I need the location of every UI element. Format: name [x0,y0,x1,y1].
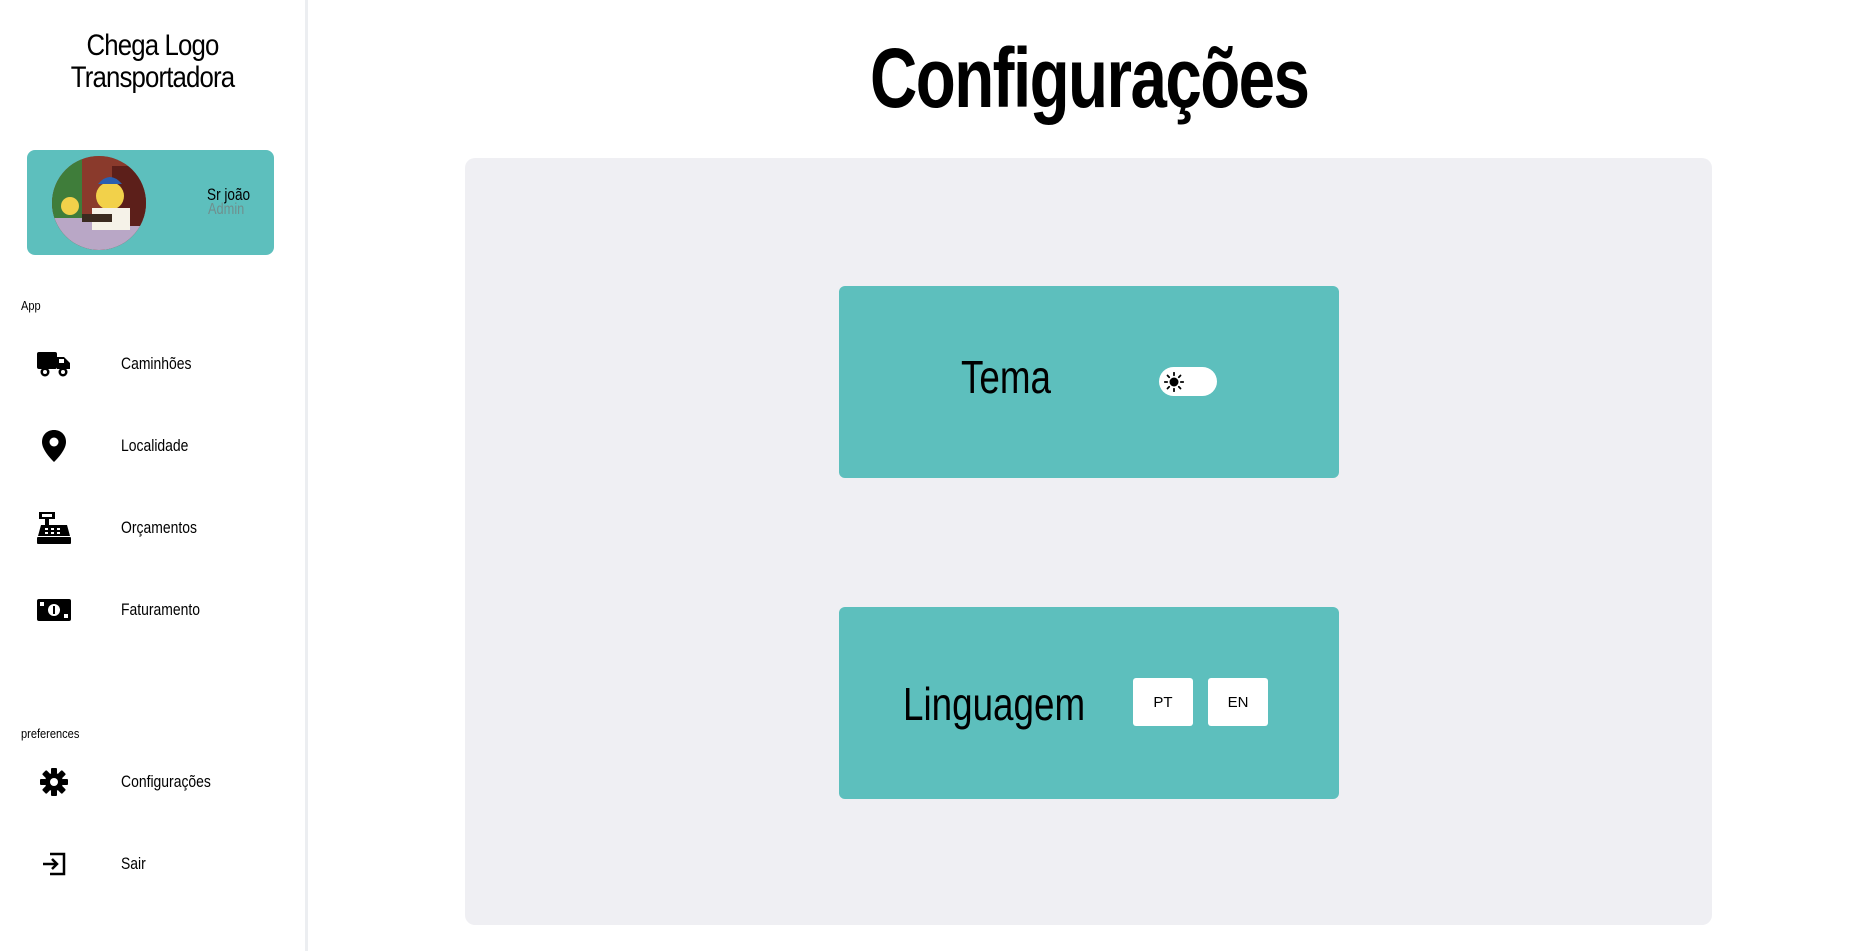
theme-toggle[interactable] [1159,367,1217,396]
sidebar-item-configuracoes[interactable]: Configurações [0,752,305,812]
sun-icon [1162,370,1185,393]
theme-label: Tema [961,351,1051,403]
language-pt-button[interactable]: PT [1133,678,1193,726]
sidebar-item-label: Configurações [121,772,211,791]
section-label-preferences: preferences [21,726,80,741]
sidebar-item-label: Sair [121,854,146,873]
cash-register-icon [37,512,71,544]
settings-panel: Tema Linguagem PT EN [465,158,1712,925]
avatar [52,156,146,250]
logout-icon [37,848,71,880]
profile-card[interactable]: Sr joão Admin [27,150,274,255]
page-title: Configurações [870,31,1310,125]
sidebar-item-caminhoes[interactable]: Caminhões [0,334,305,394]
sidebar-item-label: Localidade [121,436,189,455]
money-bill-icon [37,594,71,626]
language-label: Linguagem [903,678,1086,730]
sidebar-item-orcamentos[interactable]: Orçamentos [0,498,305,558]
language-en-button[interactable]: EN [1208,678,1268,726]
truck-icon [37,348,71,380]
sidebar-item-localidade[interactable]: Localidade [0,416,305,476]
gear-icon [37,766,71,798]
language-card: Linguagem PT EN [839,607,1339,799]
section-label-app: App [21,298,41,313]
sidebar-item-label: Orçamentos [121,518,197,537]
theme-card: Tema [839,286,1339,478]
sidebar: Chega Logo Transportadora Sr joão Admin … [0,0,308,951]
sidebar-item-label: Faturamento [121,600,201,619]
sidebar-item-label: Caminhões [121,354,192,373]
sidebar-item-faturamento[interactable]: Faturamento [0,580,305,640]
sidebar-item-sair[interactable]: Sair [0,834,305,894]
map-pin-icon [37,430,71,462]
brand-title: Chega Logo Transportadora [0,30,305,94]
profile-role: Admin [208,201,245,218]
brand-line-1: Chega Logo [86,29,219,62]
brand-line-2: Transportadora [70,61,235,94]
